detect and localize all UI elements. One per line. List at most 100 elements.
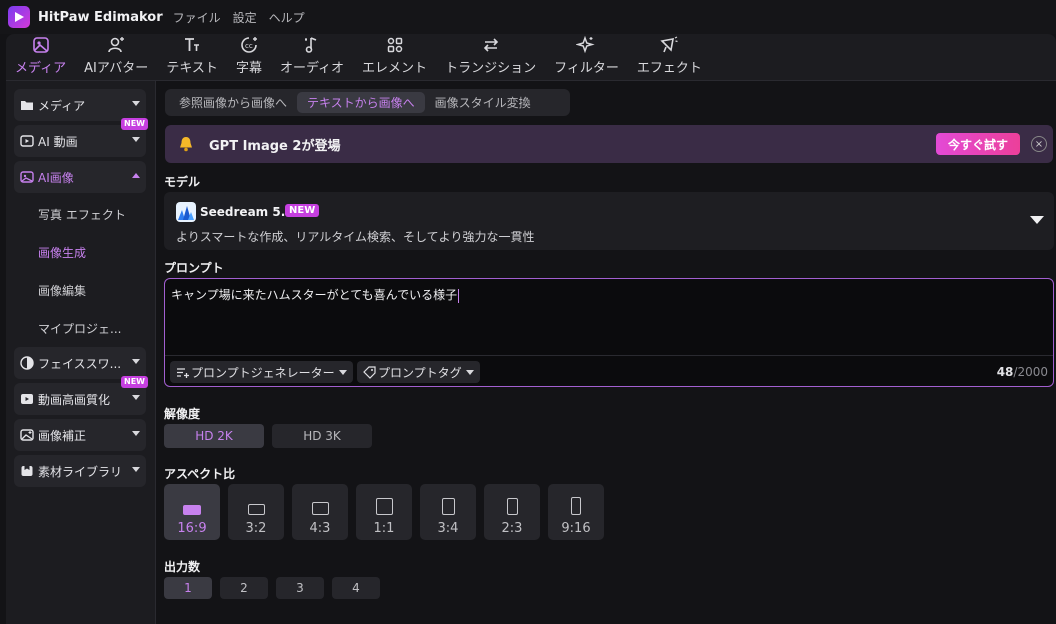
- output-count-1[interactable]: 1: [164, 577, 212, 599]
- title-bar: HitPaw Edimakor ファイル 設定 ヘルプ: [0, 0, 1056, 34]
- try-now-button[interactable]: 今すぐ試す: [935, 133, 1020, 155]
- aspect-4-3[interactable]: 4:3: [292, 484, 348, 540]
- sidebar-item-label: AI画像: [38, 170, 74, 185]
- sidebar-item-ai-image[interactable]: AI画像: [14, 161, 146, 193]
- sidebar-item-video-enhance[interactable]: 動画高画質化 NEW: [14, 376, 148, 415]
- image-correction-icon: [20, 429, 34, 441]
- tag-icon: [363, 365, 376, 379]
- model-new-badge: NEW: [285, 204, 320, 217]
- media-icon: [32, 37, 49, 53]
- chevron-down-icon[interactable]: [1030, 216, 1044, 224]
- tool-filter[interactable]: フィルター: [545, 34, 628, 80]
- output-count-2[interactable]: 2: [220, 577, 268, 599]
- chevron-down-icon: [132, 395, 140, 400]
- prompt-input[interactable]: キャンプ場に来たハムスターがとても喜んでいる様子 プロンプトジェネレーター プロ…: [164, 278, 1054, 387]
- svg-text:cc: cc: [245, 42, 253, 50]
- aspect-2-3-icon: [506, 498, 518, 515]
- resolution-section-label: 解像度: [164, 407, 201, 421]
- prompt-text[interactable]: キャンプ場に来たハムスターがとても喜んでいる様子: [171, 286, 460, 303]
- model-description: よりスマートな作成、リアルタイム検索、そしてより強力な一貫性: [176, 230, 535, 244]
- filter-icon: [576, 35, 596, 54]
- tool-effect[interactable]: エフェクト: [628, 34, 711, 80]
- menu-bar: ファイル 設定 ヘルプ: [173, 9, 317, 26]
- tab-reference-to-image[interactable]: 参照画像から画像へ: [169, 92, 297, 113]
- main-panel: 参照画像から画像へ テキストから画像へ 画像スタイル変換 GPT Image 2…: [156, 81, 1056, 624]
- aspect-16-9[interactable]: 16:9: [164, 484, 220, 540]
- tab-text-to-image[interactable]: テキストから画像へ: [297, 92, 425, 113]
- sidebar-sub-image-edit[interactable]: 画像編集: [38, 282, 86, 299]
- tool-text[interactable]: テキスト: [157, 34, 227, 80]
- sidebar-sub-photo-effect[interactable]: 写真 エフェクト: [38, 206, 126, 223]
- model-selector[interactable]: Seedream 5.0 NEW よりスマートな作成、リアルタイム検索、そしてよ…: [164, 192, 1054, 250]
- output-count-section-label: 出力数: [164, 560, 201, 574]
- library-icon: [21, 466, 33, 476]
- new-badge: NEW: [121, 118, 148, 130]
- chevron-down-icon: [132, 137, 140, 142]
- sidebar-sub-my-projects[interactable]: マイプロジェ...: [38, 320, 121, 337]
- menu-help[interactable]: ヘルプ: [269, 9, 305, 26]
- sidebar-item-label: 素材ライブラリ: [38, 464, 123, 479]
- sidebar: メディア AI 動画 NEW AI画像 写真 エフェクト 画像生成 画像編集 マ…: [6, 81, 156, 624]
- new-badge: NEW: [121, 376, 148, 388]
- resolution-hd-2k[interactable]: HD 2K: [164, 424, 264, 448]
- tool-text-label: テキスト: [166, 61, 218, 76]
- sidebar-item-media[interactable]: メディア: [14, 89, 146, 121]
- tool-effect-label: エフェクト: [636, 61, 702, 76]
- output-count-4[interactable]: 4: [332, 577, 380, 599]
- tool-transition[interactable]: トランジション: [436, 34, 545, 80]
- tool-transition-label: トランジション: [445, 61, 537, 76]
- aspect-3-2[interactable]: 3:2: [228, 484, 284, 540]
- aspect-9-16-icon: [571, 497, 581, 515]
- sidebar-item-label: 動画高画質化: [38, 392, 111, 407]
- menu-settings[interactable]: 設定: [233, 9, 257, 26]
- aspect-3-4[interactable]: 3:4: [420, 484, 476, 540]
- transition-icon: [483, 38, 498, 52]
- chevron-down-icon: [132, 431, 140, 436]
- tool-filter-label: フィルター: [554, 61, 619, 76]
- aspect-1-1[interactable]: 1:1: [356, 484, 412, 540]
- aspect-2-3[interactable]: 2:3: [484, 484, 540, 540]
- effect-icon: [660, 36, 678, 53]
- aspect-3-2-icon: [247, 504, 265, 515]
- chevron-down-icon: [132, 101, 140, 106]
- sidebar-item-image-correction[interactable]: 画像補正: [14, 419, 146, 451]
- tool-element[interactable]: エレメント: [353, 34, 436, 80]
- chevron-down-icon: [132, 359, 140, 364]
- tool-ai-avatar-label: AIアバター: [84, 61, 149, 76]
- sidebar-item-face-swap[interactable]: フェイススワ...: [14, 347, 146, 379]
- aspect-9-16[interactable]: 9:16: [548, 484, 604, 540]
- seedream-logo-icon: [176, 202, 196, 222]
- tool-ai-avatar[interactable]: AIアバター: [75, 34, 157, 80]
- aspect-4-3-icon: [311, 502, 329, 515]
- tool-audio[interactable]: オーディオ: [271, 34, 353, 80]
- tab-style-transfer[interactable]: 画像スタイル変換: [425, 92, 541, 113]
- tool-media[interactable]: メディア: [6, 34, 75, 80]
- mode-tabs: 参照画像から画像へ テキストから画像へ 画像スタイル変換: [165, 89, 570, 116]
- menu-file[interactable]: ファイル: [173, 9, 221, 26]
- element-icon: [387, 37, 402, 53]
- prompt-generator-icon: [177, 367, 189, 378]
- folder-icon: [21, 101, 33, 110]
- prompt-generator-button[interactable]: プロンプトジェネレーター: [170, 361, 353, 383]
- sidebar-item-library[interactable]: 素材ライブラリ: [14, 455, 146, 487]
- app-logo-icon: [8, 6, 30, 28]
- ai-image-icon: [20, 171, 34, 183]
- chevron-down-icon: [132, 467, 140, 472]
- model-section-label: モデル: [164, 175, 201, 189]
- video-enhance-icon: [21, 394, 33, 404]
- sidebar-item-ai-video[interactable]: AI 動画 NEW: [14, 118, 148, 157]
- sidebar-sub-image-generation[interactable]: 画像生成: [38, 244, 86, 261]
- audio-icon: [305, 37, 317, 53]
- output-count-3[interactable]: 3: [276, 577, 324, 599]
- tool-subtitle[interactable]: cc 字幕: [227, 34, 271, 80]
- main-toolbar: メディア AIアバター テキスト cc 字幕 オーディオ エレメント トランジシ…: [6, 34, 1056, 80]
- app-title: HitPaw Edimakor: [38, 9, 163, 25]
- close-icon[interactable]: ×: [1031, 136, 1047, 152]
- resolution-hd-3k[interactable]: HD 3K: [272, 424, 372, 448]
- tool-media-label: メディア: [15, 61, 67, 76]
- chevron-up-icon: [132, 173, 140, 178]
- avatar-icon: [108, 37, 125, 53]
- prompt-tag-button[interactable]: プロンプトタグ: [357, 361, 480, 383]
- aspect-1-1-icon: [375, 498, 393, 515]
- aspect-section-label: アスペクト比: [164, 467, 236, 481]
